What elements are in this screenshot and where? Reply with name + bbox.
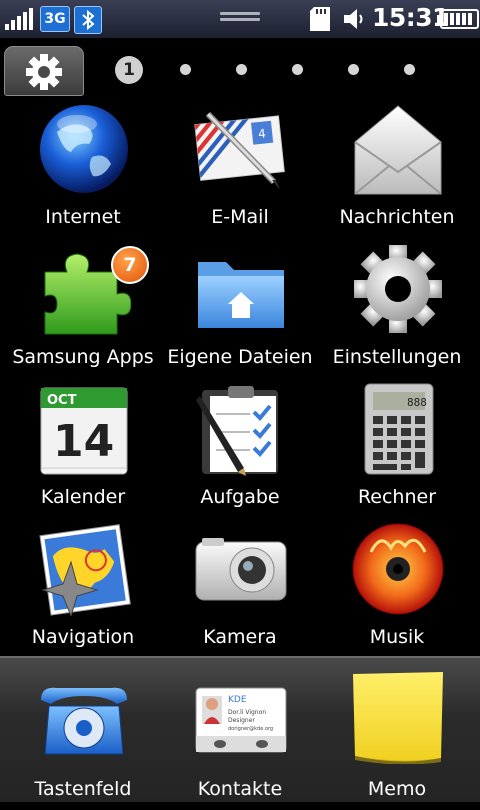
- notification-badge: 7: [111, 246, 149, 284]
- app-kamera[interactable]: Kamera: [160, 522, 320, 662]
- app-label: Memo: [367, 778, 427, 800]
- status-bar[interactable]: 3G 15:31: [0, 0, 480, 38]
- dock: Tastenfeld KDE Dor.li Vignon Designer do…: [0, 656, 480, 802]
- page-indicator-dot[interactable]: [404, 64, 415, 75]
- app-internet[interactable]: Internet: [3, 102, 163, 242]
- contact-card-icon: KDE Dor.li Vignon Designer dorigner@kde.…: [195, 687, 287, 753]
- gear-icon: [354, 245, 442, 333]
- app-email[interactable]: 4 E-Mail: [160, 102, 320, 242]
- app-eigene-dateien[interactable]: Eigene Dateien: [160, 242, 320, 382]
- calendar-month: OCT: [47, 393, 77, 408]
- card-org: KDE: [228, 695, 247, 705]
- app-label: Kontakte: [197, 778, 283, 800]
- network-type-badge: 3G: [40, 6, 70, 32]
- app-label: Aufgabe: [200, 486, 280, 508]
- calendar-icon: OCT 14: [40, 387, 128, 475]
- app-nachrichten[interactable]: Nachrichten: [317, 102, 477, 242]
- camera-icon: [195, 538, 287, 601]
- email-icon: 4: [194, 111, 285, 190]
- folder-home-icon: [198, 262, 284, 328]
- app-label: Kamera: [203, 626, 277, 648]
- calendar-day: 14: [53, 416, 114, 467]
- app-kalender[interactable]: OCT 14 Kalender: [3, 382, 163, 522]
- memo-note-icon: [353, 672, 443, 764]
- sd-card-icon: [310, 7, 330, 31]
- page-indicator-dot[interactable]: [180, 64, 191, 75]
- task-list-icon: [196, 386, 278, 476]
- app-einstellungen[interactable]: Einstellungen: [317, 242, 477, 382]
- app-rechner[interactable]: 888 Rechner: [317, 382, 477, 522]
- dock-kontakte[interactable]: KDE Dor.li Vignon Designer dorigner@kde.…: [160, 670, 320, 810]
- app-label: Kalender: [40, 486, 126, 508]
- page-indicator-dot[interactable]: [236, 64, 247, 75]
- app-aufgabe[interactable]: Aufgabe: [160, 382, 320, 522]
- speaker-icon: [344, 9, 363, 29]
- globe-icon: [40, 105, 128, 193]
- signal-strength-icon: [5, 8, 33, 30]
- app-label: Musik: [369, 626, 425, 648]
- app-musik[interactable]: Musik: [317, 522, 477, 662]
- phone-icon: [41, 687, 127, 755]
- app-label: Nachrichten: [339, 206, 455, 228]
- app-samsung-apps[interactable]: 7 Samsung Apps: [3, 242, 163, 382]
- app-label: Einstellungen: [332, 346, 462, 368]
- map-compass-icon: [39, 524, 131, 616]
- edit-settings-button[interactable]: [4, 46, 84, 96]
- app-label: Internet: [45, 206, 121, 228]
- svg-text:4: 4: [257, 126, 266, 141]
- app-label: Tastenfeld: [34, 778, 132, 800]
- dock-tastenfeld[interactable]: Tastenfeld: [3, 670, 163, 810]
- envelope-icon: [354, 105, 442, 195]
- card-email: dorigner@kde.org: [228, 726, 273, 732]
- gear-icon: [26, 54, 62, 90]
- page-indicator-dot[interactable]: [348, 64, 359, 75]
- app-navigation[interactable]: Navigation: [3, 522, 163, 662]
- page-indicator-dot[interactable]: [292, 64, 303, 75]
- calculator-icon: 888: [364, 383, 434, 475]
- music-disc-icon: [352, 523, 444, 615]
- app-label: Navigation: [31, 626, 135, 648]
- page-indicator-current[interactable]: 1: [115, 56, 143, 84]
- app-label: Samsung Apps: [12, 346, 154, 368]
- card-title: Designer: [228, 717, 255, 724]
- battery-icon: [437, 9, 479, 29]
- dock-memo[interactable]: Memo: [317, 670, 477, 810]
- calculator-display: 888: [407, 396, 427, 409]
- notification-drawer-handle[interactable]: [220, 12, 260, 24]
- bluetooth-icon: [74, 6, 102, 34]
- app-label: Rechner: [357, 486, 437, 508]
- card-name: Dor.li Vignon: [228, 709, 266, 716]
- app-label: E-Mail: [211, 206, 269, 228]
- app-label: Eigene Dateien: [167, 346, 313, 368]
